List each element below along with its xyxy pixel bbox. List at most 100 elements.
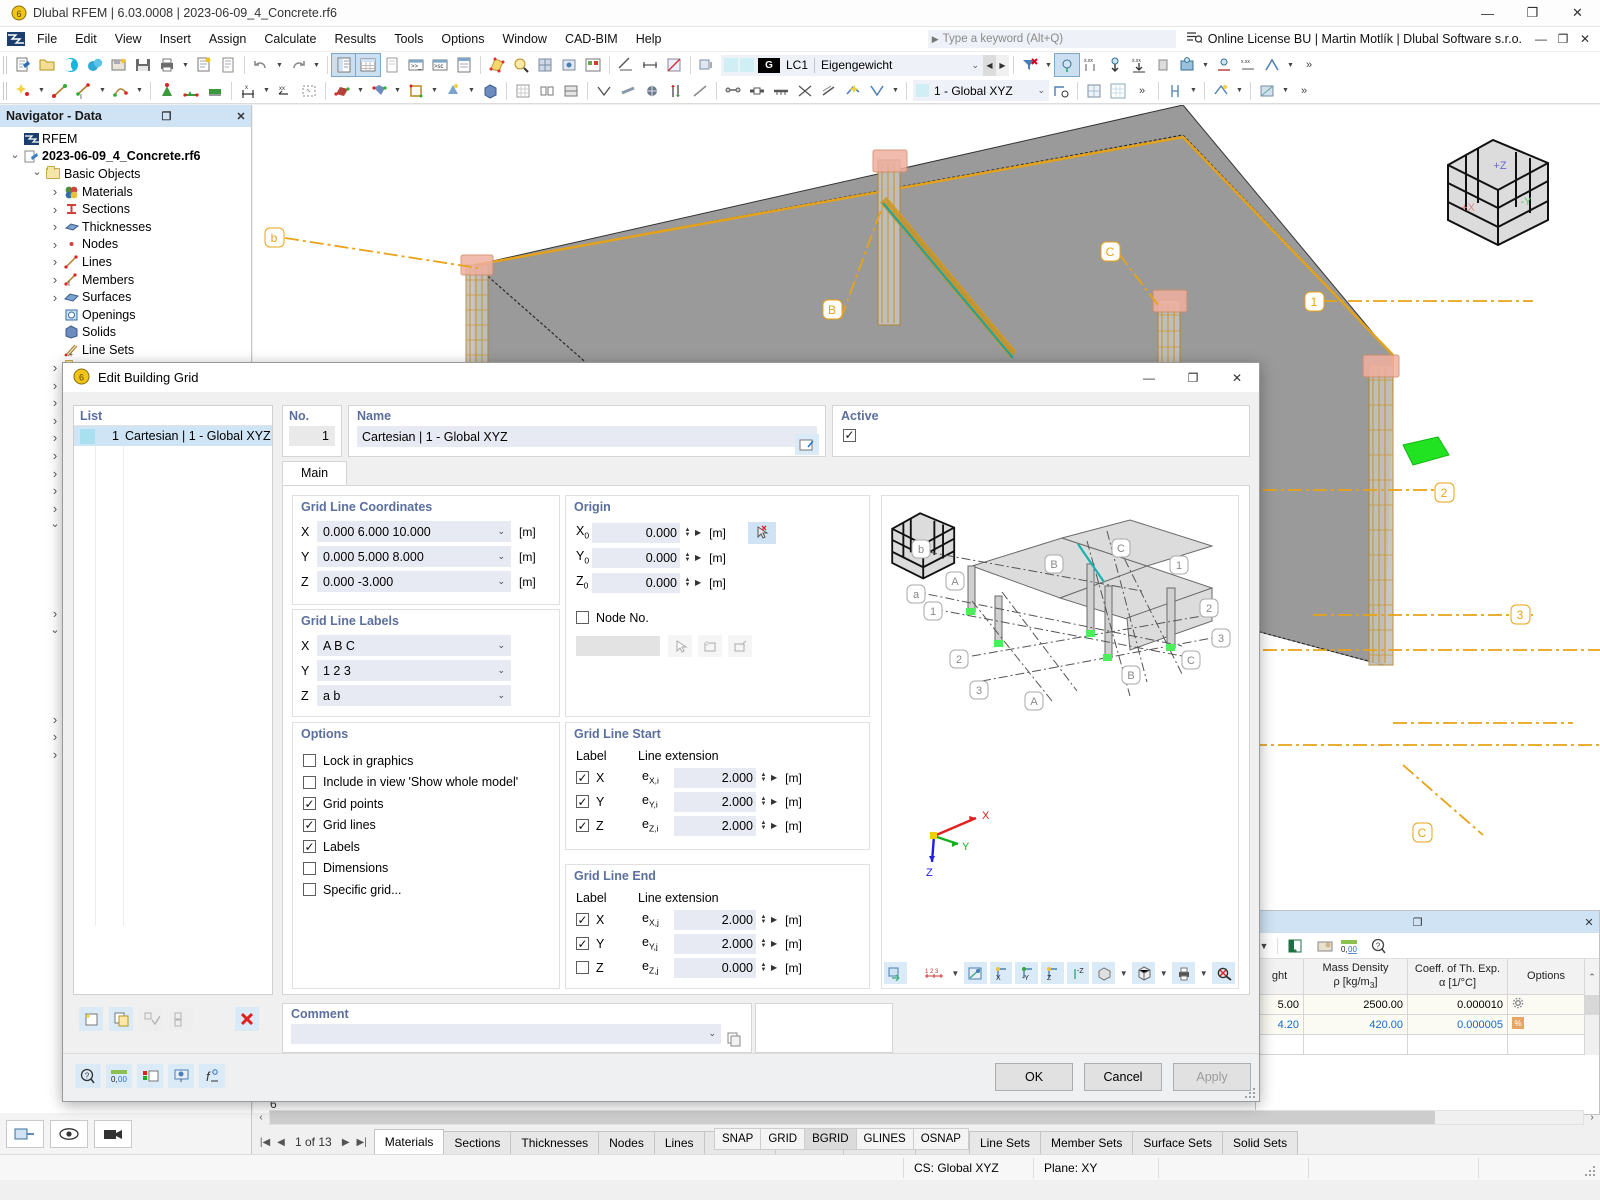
chevron-right-icon[interactable] — [48, 237, 62, 252]
grid-end-y-input[interactable]: 2.000 — [674, 933, 756, 954]
preview-zoom-reset-button[interactable] — [1212, 962, 1236, 984]
grid-start-y-expand-icon[interactable]: ▶ — [771, 797, 777, 806]
hinge-button[interactable] — [616, 80, 640, 102]
toolbar-grip-2[interactable] — [3, 81, 9, 100]
horizontal-scrollbar[interactable] — [269, 1109, 1584, 1125]
new-solid-button[interactable] — [367, 80, 391, 102]
window-minimize-button[interactable]: — — [1465, 0, 1510, 27]
origin-z-expand-icon[interactable]: ▶ — [695, 578, 701, 587]
grid-start-x-spinner[interactable]: ▲ ▼ — [759, 772, 768, 783]
scroll-right-arrow[interactable]: › — [1584, 1112, 1600, 1123]
preview-reset-view-button[interactable] — [884, 962, 907, 984]
coordinate-system-combo[interactable]: 1 - Global XYZ ⌄ — [913, 80, 1049, 101]
doc-close-button[interactable]: ✕ — [1574, 32, 1596, 46]
preview-print-button[interactable] — [1172, 962, 1196, 984]
menu-file[interactable]: File — [28, 29, 66, 49]
load-label-button[interactable]: x.xx — [1236, 54, 1260, 76]
footer-formula-icon[interactable]: f — [199, 1064, 225, 1088]
load-values-button[interactable]: x.xx — [1079, 54, 1103, 76]
surface-load-button[interactable] — [1175, 54, 1199, 76]
view-settings-button[interactable] — [557, 54, 581, 76]
rigid-link-button[interactable] — [640, 80, 664, 102]
percent-badge-icon[interactable]: % — [1512, 1017, 1524, 1032]
table-row-empty[interactable] — [1256, 1035, 1599, 1055]
new-surface-dropdown-icon[interactable]: ▼ — [354, 80, 367, 102]
chevron-right-icon[interactable] — [48, 501, 62, 516]
section-cut-button[interactable] — [662, 54, 686, 76]
visibility-button[interactable] — [1209, 80, 1233, 102]
table-row[interactable]: 4.20 420.00 0.000005 % — [1256, 1015, 1599, 1035]
tab-line-sets[interactable]: Line Sets — [968, 1131, 1041, 1154]
connect-members-button[interactable] — [535, 80, 559, 102]
comment-input[interactable]: ⌄ — [291, 1024, 721, 1044]
load-case-combo[interactable]: G LC1 Eigengewicht ⌄ — [721, 54, 983, 76]
grid-start-x-input[interactable]: 2.000 — [674, 767, 756, 788]
checkbox[interactable] — [303, 883, 316, 897]
surface-support-button[interactable] — [203, 80, 227, 102]
new-opening-dropdown-icon[interactable]: ▼ — [428, 80, 441, 102]
camera-icon-button[interactable] — [94, 1119, 132, 1148]
nodal-load-button[interactable] — [1103, 54, 1127, 76]
work-plane-grid-button[interactable] — [1106, 80, 1130, 102]
new-polyline-button[interactable] — [109, 80, 133, 102]
grid-start-y-spinner[interactable]: ▲ ▼ — [759, 796, 768, 807]
more-toolbar-button-2[interactable]: » — [1130, 80, 1154, 102]
preview-cube-dropdown-icon[interactable]: ▼ — [1158, 962, 1169, 984]
new-surface-set-dropdown-icon[interactable]: ▼ — [465, 80, 478, 102]
doc-minimize-button[interactable]: — — [1530, 32, 1552, 46]
member-eccentricity-button[interactable] — [664, 80, 688, 102]
new-polyline-dropdown-icon[interactable]: ▼ — [133, 80, 146, 102]
table-panel-float-button[interactable]: ❐ — [1408, 916, 1428, 929]
new-model-button[interactable] — [11, 54, 35, 76]
tab-sections[interactable]: Sections — [443, 1131, 512, 1154]
menu-edit[interactable]: Edit — [66, 29, 106, 49]
node-no-row[interactable]: Node No. — [576, 607, 776, 629]
grid-button[interactable]: GRID — [760, 1128, 806, 1150]
sidebar-item-surfaces[interactable]: Surfaces — [0, 288, 251, 306]
member-support-button[interactable] — [769, 80, 793, 102]
keyword-search-input[interactable]: ▶ Type a keyword (Alt+Q) — [927, 30, 1176, 48]
materials-table[interactable]: ght Mass Density ρ [kg/m3] Coeff. of Th.… — [1256, 959, 1599, 1055]
grid-end-x-checkbox[interactable] — [576, 913, 589, 926]
menu-window[interactable]: Window — [493, 29, 555, 49]
chevron-right-icon[interactable] — [48, 378, 62, 393]
chevron-down-icon[interactable]: ⌄ — [971, 60, 979, 71]
origin-y-spinner[interactable]: ▲ ▼ — [683, 552, 692, 563]
chevron-right-icon[interactable] — [48, 729, 62, 744]
preview-view-x-button[interactable]: X — [989, 962, 1013, 984]
grid-start-z-input[interactable]: 2.000 — [674, 815, 756, 836]
grid-end-y-checkbox[interactable] — [576, 937, 589, 950]
chevron-down-icon[interactable]: ⌄ — [497, 665, 505, 676]
cloud-sync-button[interactable] — [83, 54, 107, 76]
bgrid-button[interactable]: BGRID — [804, 1128, 857, 1150]
window-resize-grip[interactable] — [1584, 1165, 1596, 1177]
menu-calculate[interactable]: Calculate — [255, 29, 325, 49]
origin-x-input[interactable]: 0.000 — [592, 522, 680, 543]
open-model-button[interactable] — [35, 54, 59, 76]
edit-node-button[interactable] — [728, 634, 752, 657]
chevron-down-icon[interactable]: ⌄ — [497, 526, 505, 537]
checkbox[interactable] — [303, 861, 316, 875]
chevron-down-icon[interactable] — [48, 625, 62, 638]
tab-lines[interactable]: Lines — [653, 1131, 705, 1154]
tab-member-sets[interactable]: Member Sets — [1039, 1131, 1134, 1154]
new-member-dropdown-icon[interactable]: ▼ — [96, 80, 109, 102]
new-member-button[interactable]: I — [72, 80, 96, 102]
grid-end-z-spinner[interactable]: ▲ ▼ — [759, 962, 768, 973]
dimension-linear-button[interactable]: x — [236, 80, 260, 102]
copy-comment-button[interactable] — [723, 1029, 744, 1049]
display-props-button[interactable] — [581, 54, 605, 76]
grid-end-z-checkbox[interactable] — [576, 961, 589, 974]
chevron-right-icon[interactable] — [48, 360, 62, 375]
new-node-button[interactable] — [11, 80, 35, 102]
new-surface-plane-button[interactable] — [330, 80, 354, 102]
window-maximize-button[interactable]: ❐ — [1510, 0, 1555, 27]
origin-z-input[interactable]: 0.000 — [592, 572, 680, 593]
menu-results[interactable]: Results — [326, 29, 386, 49]
chevron-right-icon[interactable] — [48, 712, 62, 727]
cell-options[interactable] — [1508, 995, 1585, 1015]
print-button[interactable] — [155, 54, 179, 76]
chevron-right-icon[interactable] — [48, 606, 62, 621]
tab-thicknesses[interactable]: Thicknesses — [510, 1131, 600, 1154]
grid-label-z-combo[interactable]: a b ⌄ — [317, 685, 511, 706]
